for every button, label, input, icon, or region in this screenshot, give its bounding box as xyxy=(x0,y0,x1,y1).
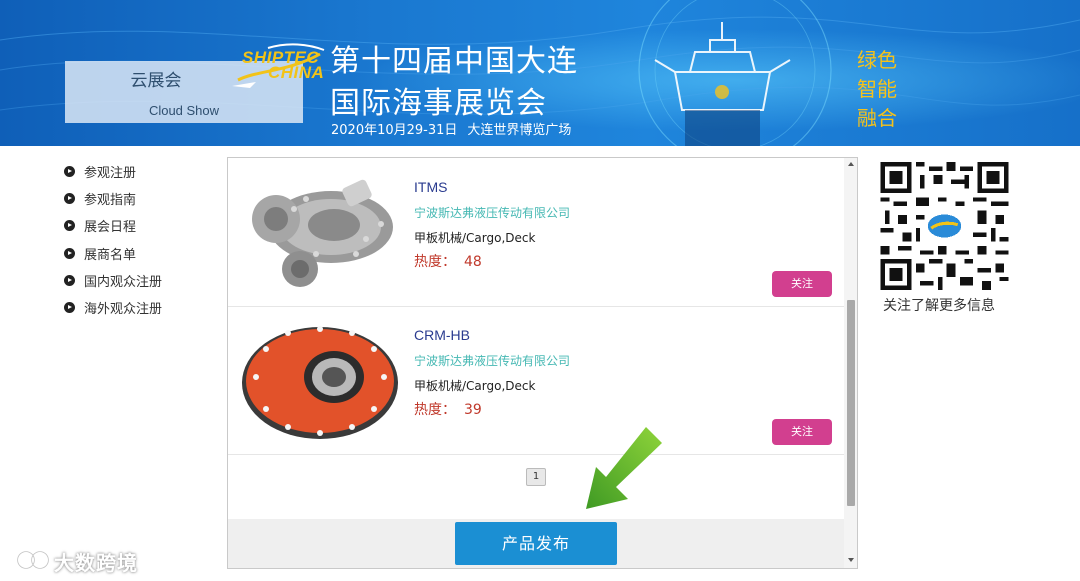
sidebar-item-exhibitor-list[interactable]: 展商名单 xyxy=(64,240,224,267)
product-publish-button[interactable]: 产品发布 xyxy=(455,522,617,565)
product-name[interactable]: CRM-HB xyxy=(414,327,470,343)
scrollbar-thumb[interactable] xyxy=(847,300,855,506)
product-category: 甲板机械/Cargo,Deck xyxy=(414,231,536,245)
watermark-text: 大数跨境 xyxy=(54,551,138,575)
sidebar-nav: 参观注册 参观指南 展会日程 展商名单 国内观众注册 海外观众注册 xyxy=(64,158,224,321)
circle-arrow-icon xyxy=(64,274,75,286)
hydraulic-motor-image-icon[interactable] xyxy=(236,169,404,297)
circle-arrow-icon xyxy=(64,302,75,314)
product-company[interactable]: 宁波斯达弗液压传动有限公司 xyxy=(414,352,570,369)
cloud-show-en: Cloud Show xyxy=(148,103,220,118)
hydraulic-motor-red-image-icon[interactable] xyxy=(236,317,404,445)
circle-arrow-icon xyxy=(64,220,75,232)
green-arrow-icon xyxy=(586,427,662,509)
event-title-line1: 第十四届中国大连 xyxy=(330,44,578,79)
sidebar-item-visit-guide[interactable]: 参观指南 xyxy=(64,185,224,212)
sidebar-item-overseas-registration[interactable]: 海外观众注册 xyxy=(64,294,224,321)
product-list-panel: ITMS 宁波斯达弗液压传动有限公司 甲板机械/Cargo,Deck 热度： 48… xyxy=(227,157,858,569)
follow-button[interactable]: 关注 xyxy=(772,271,832,297)
pagination-page-button[interactable]: 1 xyxy=(526,468,546,486)
slogan-green: 绿色 xyxy=(857,48,897,72)
sidebar-item-schedule[interactable]: 展会日程 xyxy=(64,212,224,239)
event-venue: 大连世界博览广场 xyxy=(467,123,572,138)
product-heat: 热度： 39 xyxy=(414,399,482,419)
circle-arrow-icon xyxy=(64,193,75,205)
sidebar-item-visit-registration[interactable]: 参观注册 xyxy=(64,158,224,185)
event-date: 2020年10月29-31日 xyxy=(331,123,458,138)
sidebar-item-label: 国内观众注册 xyxy=(84,274,163,290)
watermark-logo-icon xyxy=(9,548,49,572)
event-title-line2: 国际海事展览会 xyxy=(330,86,547,121)
product-category: 甲板机械/Cargo,Deck xyxy=(414,379,536,393)
slogan-smart: 智能 xyxy=(857,77,897,101)
circle-arrow-icon xyxy=(64,247,75,259)
qr-code-icon xyxy=(880,162,1009,290)
sidebar-item-label: 展商名单 xyxy=(84,247,137,263)
vertical-scrollbar[interactable] xyxy=(844,158,857,568)
event-date-venue: 2020年10月29-31日 大连世界博览广场 xyxy=(331,119,571,138)
heat-label: 热度： xyxy=(414,254,456,270)
circle-arrow-icon xyxy=(64,166,75,178)
logo-text-china: CHINA xyxy=(268,63,325,82)
header-banner: 云展会 Cloud Show SHIPTEC CHINA 第十四届中国大连 国际… xyxy=(0,0,1080,146)
heat-value: 39 xyxy=(464,402,482,418)
ship-illustration-icon xyxy=(654,22,791,146)
scroll-down-arrow-icon[interactable] xyxy=(848,558,854,562)
sidebar-item-domestic-registration[interactable]: 国内观众注册 xyxy=(64,267,224,294)
follow-button[interactable]: 关注 xyxy=(772,419,832,445)
product-company[interactable]: 宁波斯达弗液压传动有限公司 xyxy=(414,204,570,221)
heat-value: 48 xyxy=(464,254,482,270)
product-card[interactable]: CRM-HB 宁波斯达弗液压传动有限公司 甲板机械/Cargo,Deck 热度：… xyxy=(228,307,845,455)
product-heat: 热度： 48 xyxy=(414,251,482,271)
qr-caption: 关注了解更多信息 xyxy=(883,298,995,314)
product-name[interactable]: ITMS xyxy=(414,179,447,195)
heat-label: 热度： xyxy=(414,402,456,418)
sidebar-item-label: 展会日程 xyxy=(84,220,137,236)
sidebar-item-label: 参观注册 xyxy=(84,166,137,182)
sidebar-item-label: 海外观众注册 xyxy=(84,302,163,318)
scroll-up-arrow-icon[interactable] xyxy=(848,162,854,166)
product-card[interactable]: ITMS 宁波斯达弗液压传动有限公司 甲板机械/Cargo,Deck 热度： 48… xyxy=(228,159,845,307)
slogan-fusion: 融合 xyxy=(857,106,897,130)
sidebar-item-label: 参观指南 xyxy=(84,193,137,209)
